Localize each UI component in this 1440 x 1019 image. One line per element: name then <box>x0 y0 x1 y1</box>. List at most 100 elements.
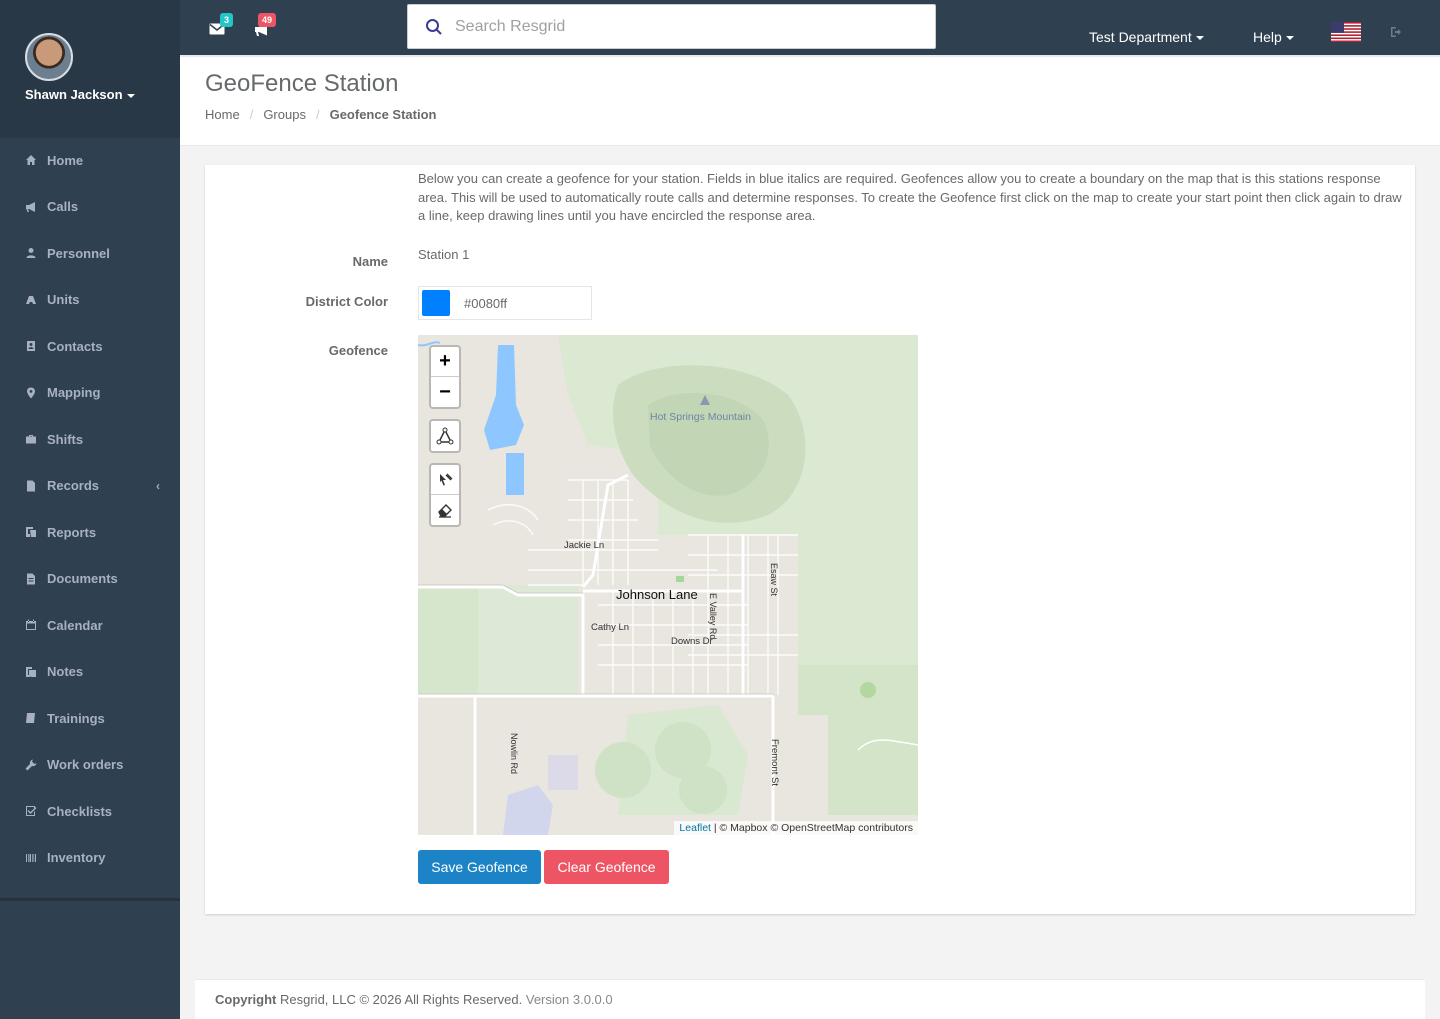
truck-icon <box>25 294 37 306</box>
sidebar-item-calendar[interactable]: Calendar <box>0 602 180 649</box>
sidebar-item-trainings[interactable]: Trainings <box>0 695 180 742</box>
eraser-icon <box>438 504 452 518</box>
messages-badge: 3 <box>220 13 234 27</box>
sidebar-item-documents[interactable]: Documents <box>0 556 180 603</box>
leaflet-link[interactable]: Leaflet <box>679 822 711 834</box>
map-label-downs: Downs Dr <box>671 636 713 647</box>
report-icon <box>25 526 37 538</box>
copyright-text: Resgrid, LLC © 2026 All Rights Reserved. <box>276 992 523 1007</box>
top-navbar: 3 49 Test Department Help <box>180 0 1440 57</box>
geofence-form-card: Below you can create a geofence for your… <box>205 165 1415 914</box>
sidebar-item-checklists[interactable]: Checklists <box>0 788 180 835</box>
edit-toolbar <box>429 463 461 527</box>
sidebar-item-home[interactable]: Home <box>0 137 180 184</box>
sidebar-item-label: Calendar <box>47 617 103 633</box>
geofence-map[interactable]: Hot Springs Mountain Jackie Ln Johnson L… <box>418 335 918 835</box>
caret-down-icon <box>1285 36 1294 41</box>
sidebar-item-records[interactable]: Records ‹ <box>0 463 180 510</box>
us-flag-icon[interactable] <box>1331 22 1361 42</box>
map-label-valley: E Valley Rd <box>708 593 718 640</box>
profile-header: Shawn Jackson <box>0 0 180 138</box>
home-icon <box>25 154 37 166</box>
version-text: Version 3.0.0.0 <box>522 992 613 1007</box>
intro-text: Below you can create a geofence for your… <box>418 171 1402 223</box>
user-icon <box>25 247 37 259</box>
sidebar: Shawn Jackson Home Calls Personnel Units… <box>0 0 180 1019</box>
breadcrumb-current: Geofence Station <box>329 107 437 122</box>
help-label: Help <box>1253 29 1282 45</box>
document-icon <box>25 573 37 585</box>
save-geofence-button[interactable]: Save Geofence <box>418 850 541 884</box>
sidebar-item-work-orders[interactable]: Work orders <box>0 742 180 789</box>
search-box <box>407 4 936 49</box>
sidebar-item-label: Notes <box>47 664 84 680</box>
geofence-label: Geofence <box>328 343 388 358</box>
briefcase-icon <box>25 433 37 445</box>
delete-layers-button[interactable] <box>431 495 459 525</box>
department-menu[interactable]: Test Department <box>1089 29 1204 45</box>
user-menu[interactable]: Shawn Jackson <box>25 87 135 102</box>
district-color-label: District Color <box>305 294 388 309</box>
search-icon <box>426 18 442 35</box>
breadcrumb-groups[interactable]: Groups <box>263 107 306 122</box>
map-tiles[interactable] <box>418 335 918 835</box>
color-value[interactable]: #0080ff <box>464 296 507 311</box>
calendar-icon <box>25 619 37 631</box>
sidebar-item-label: Reports <box>47 524 97 540</box>
sidebar-item-inventory[interactable]: Inventory <box>0 835 180 882</box>
sidebar-item-contacts[interactable]: Contacts <box>0 323 180 370</box>
sidebar-item-label: Units <box>47 292 80 308</box>
sidebar-item-calls[interactable]: Calls <box>0 184 180 231</box>
sidebar-item-label: Mapping <box>47 385 101 401</box>
address-book-icon <box>25 340 37 352</box>
map-attribution: Leaflet | © Mapbox © OpenStreetMap contr… <box>674 821 918 835</box>
search-input[interactable] <box>455 17 895 36</box>
department-label: Test Department <box>1089 29 1192 45</box>
sidebar-item-label: Checklists <box>47 803 113 819</box>
edit-icon <box>440 473 453 485</box>
breadcrumb-home[interactable]: Home <box>205 107 240 122</box>
clear-geofence-button[interactable]: Clear Geofence <box>544 850 669 884</box>
page-heading: GeoFence Station Home / Groups / Geofenc… <box>180 57 1440 146</box>
breadcrumb-separator: / <box>249 107 254 122</box>
sidebar-item-mapping[interactable]: Mapping <box>0 370 180 417</box>
sidebar-item-shifts[interactable]: Shifts <box>0 416 180 463</box>
sidebar-divider <box>0 898 180 901</box>
sign-out-icon[interactable] <box>1390 26 1402 38</box>
district-color-picker[interactable]: #0080ff <box>418 286 592 320</box>
avatar[interactable] <box>25 33 73 81</box>
help-menu[interactable]: Help <box>1253 29 1294 45</box>
copyright-label: Copyright <box>215 992 277 1007</box>
name-label: Name <box>352 254 388 269</box>
map-marker-icon <box>25 387 37 399</box>
map-label-mountain: Hot Springs Mountain <box>650 411 751 423</box>
map-label-esaw: Esaw St <box>769 563 779 597</box>
sidebar-nav: Home Calls Personnel Units Contacts Mapp… <box>0 137 180 881</box>
sidebar-item-label: Home <box>47 152 84 168</box>
check-square-icon <box>25 805 37 817</box>
footer: Copyright Resgrid, LLC © 2026 All Rights… <box>195 979 1425 1019</box>
sidebar-item-reports[interactable]: Reports <box>0 509 180 556</box>
sidebar-item-notes[interactable]: Notes <box>0 649 180 696</box>
zoom-out-button[interactable]: − <box>431 377 459 407</box>
barcode-icon <box>25 852 37 864</box>
station-name-value: Station 1 <box>418 247 470 262</box>
sidebar-item-label: Records <box>47 478 100 494</box>
sidebar-item-label: Inventory <box>47 850 106 866</box>
caret-down-icon <box>126 93 135 98</box>
sidebar-item-units[interactable]: Units <box>0 277 180 324</box>
draw-polygon-button[interactable] <box>431 421 459 451</box>
color-swatch[interactable] <box>422 290 450 316</box>
sidebar-item-label: Personnel <box>47 245 110 261</box>
sidebar-item-personnel[interactable]: Personnel <box>0 230 180 277</box>
sidebar-item-label: Trainings <box>47 710 105 726</box>
breadcrumb-separator: / <box>315 107 320 122</box>
edit-layers-button[interactable] <box>431 465 459 495</box>
chevron-left-icon: ‹ <box>156 478 160 493</box>
sidebar-item-label: Contacts <box>47 338 103 354</box>
zoom-in-button[interactable]: + <box>431 347 459 377</box>
wrench-icon <box>25 759 37 771</box>
sidebar-item-label: Work orders <box>47 757 124 773</box>
page-title: GeoFence Station <box>205 70 399 97</box>
map-label-jackie: Jackie Ln <box>564 540 605 551</box>
